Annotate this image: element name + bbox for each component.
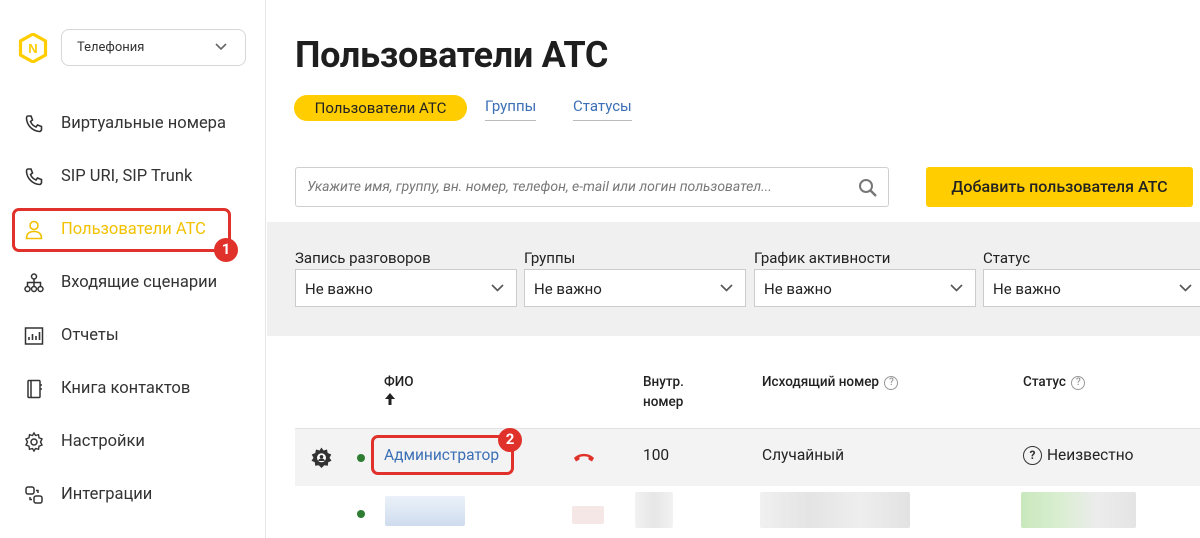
redacted-ext [635,492,673,528]
redacted-status [1021,492,1136,528]
sidebar-item-settings[interactable]: Настройки [0,421,266,461]
filter-value: Не важно [534,280,602,298]
annotation-highlight-user-link [371,435,514,475]
unknown-status-icon: ? [1023,446,1042,465]
sidebar: N Телефония Виртуальные номера SIP URI, … [0,0,266,538]
annotation-badge: 2 [498,428,522,452]
gear-icon [25,431,43,453]
user-outgoing-number: Случайный [762,446,845,464]
page-title: Пользователи АТС [295,34,609,76]
online-status-dot [357,510,365,518]
arrow-up-icon [385,393,395,405]
chevron-down-icon [720,284,733,292]
help-icon[interactable]: ? [1071,376,1086,390]
search-placeholder: Укажите имя, группу, вн. номер, телефон,… [307,179,772,195]
product-select[interactable]: Телефония [61,29,246,66]
phone-icon [25,168,43,186]
user-status: Неизвестно [1047,446,1134,464]
filter-label-recording: Запись разговоров [295,249,431,267]
annotation-badge: 1 [214,238,238,262]
filters-panel: Запись разговоров Не важно Группы Не важ… [267,222,1200,336]
hierarchy-icon [24,273,44,293]
tab-pbx-users[interactable]: Пользователи АТС [294,95,467,121]
hangup-icon[interactable] [573,452,595,463]
column-header-label: Статус [1023,374,1066,390]
column-header-fio[interactable]: ФИО [384,372,414,412]
sidebar-item-reports[interactable]: Отчеты [0,315,266,355]
table-row[interactable] [295,486,1200,538]
filter-label-groups: Группы [524,249,576,267]
column-header-label: Исходящий номер [762,374,880,390]
chevron-down-icon [215,43,227,51]
sidebar-item-label: Входящие сценарии [61,273,218,292]
sidebar-item-contacts-book[interactable]: Книга контактов [0,368,266,408]
search-input[interactable]: Укажите имя, группу, вн. номер, телефон,… [295,167,889,207]
add-user-button[interactable]: Добавить пользователя АТС [926,167,1193,207]
filter-select-status[interactable]: Не важно [983,269,1200,307]
sidebar-item-label: Отчеты [61,326,119,345]
book-icon [27,379,42,399]
sidebar-item-label: Настройки [61,432,145,451]
redacted-name [385,496,465,526]
filter-value: Не важно [993,280,1061,298]
column-header-outgoing: Исходящий номер ? [762,372,899,392]
sidebar-item-sip[interactable]: SIP URI, SIP Trunk [0,156,266,196]
column-header-label: ФИО [384,374,414,390]
online-status-dot [357,454,365,462]
filter-select-recording[interactable]: Не важно [295,269,517,307]
chevron-down-icon [1179,284,1192,292]
sidebar-item-virtual-numbers[interactable]: Виртуальные номера [0,103,266,143]
filter-value: Не важно [764,280,832,298]
sidebar-item-label: Интеграции [61,485,153,504]
svg-text:N: N [28,41,37,56]
sidebar-item-label: SIP URI, SIP Trunk [61,167,193,186]
phone-icon [25,115,43,133]
gear-icon[interactable] [308,444,335,471]
annotation-highlight-pbx-users [12,208,231,252]
tab-groups[interactable]: Группы [485,95,537,121]
chevron-down-icon [950,284,963,292]
column-header-label: номер [643,394,684,410]
integration-icon [25,486,43,504]
column-header-status: Статус ? [1023,372,1086,392]
sidebar-item-integrations[interactable]: Интеграции [0,474,266,514]
filter-select-schedule[interactable]: Не важно [754,269,976,307]
filter-value: Не важно [305,280,373,298]
column-header-ext: Внутр. номер [643,372,684,412]
sidebar-item-incoming-scenarios[interactable]: Входящие сценарии [0,262,266,302]
chart-icon [24,327,44,345]
sidebar-item-label: Книга контактов [61,379,191,398]
logo-icon[interactable]: N [18,33,48,63]
filter-label-schedule: График активности [754,249,891,267]
chevron-down-icon [491,284,504,292]
tab-statuses[interactable]: Статусы [573,95,632,121]
redacted-icon [572,506,604,524]
help-icon[interactable]: ? [884,376,899,390]
sidebar-item-label: Виртуальные номера [61,114,226,133]
product-select-value: Телефония [77,40,145,55]
user-ext: 100 [643,446,670,464]
column-header-label: Внутр. [643,374,684,390]
filter-select-groups[interactable]: Не важно [524,269,746,307]
redacted-outgoing [760,492,910,528]
filter-label-status: Статус [983,249,1031,267]
search-icon[interactable] [858,178,878,198]
